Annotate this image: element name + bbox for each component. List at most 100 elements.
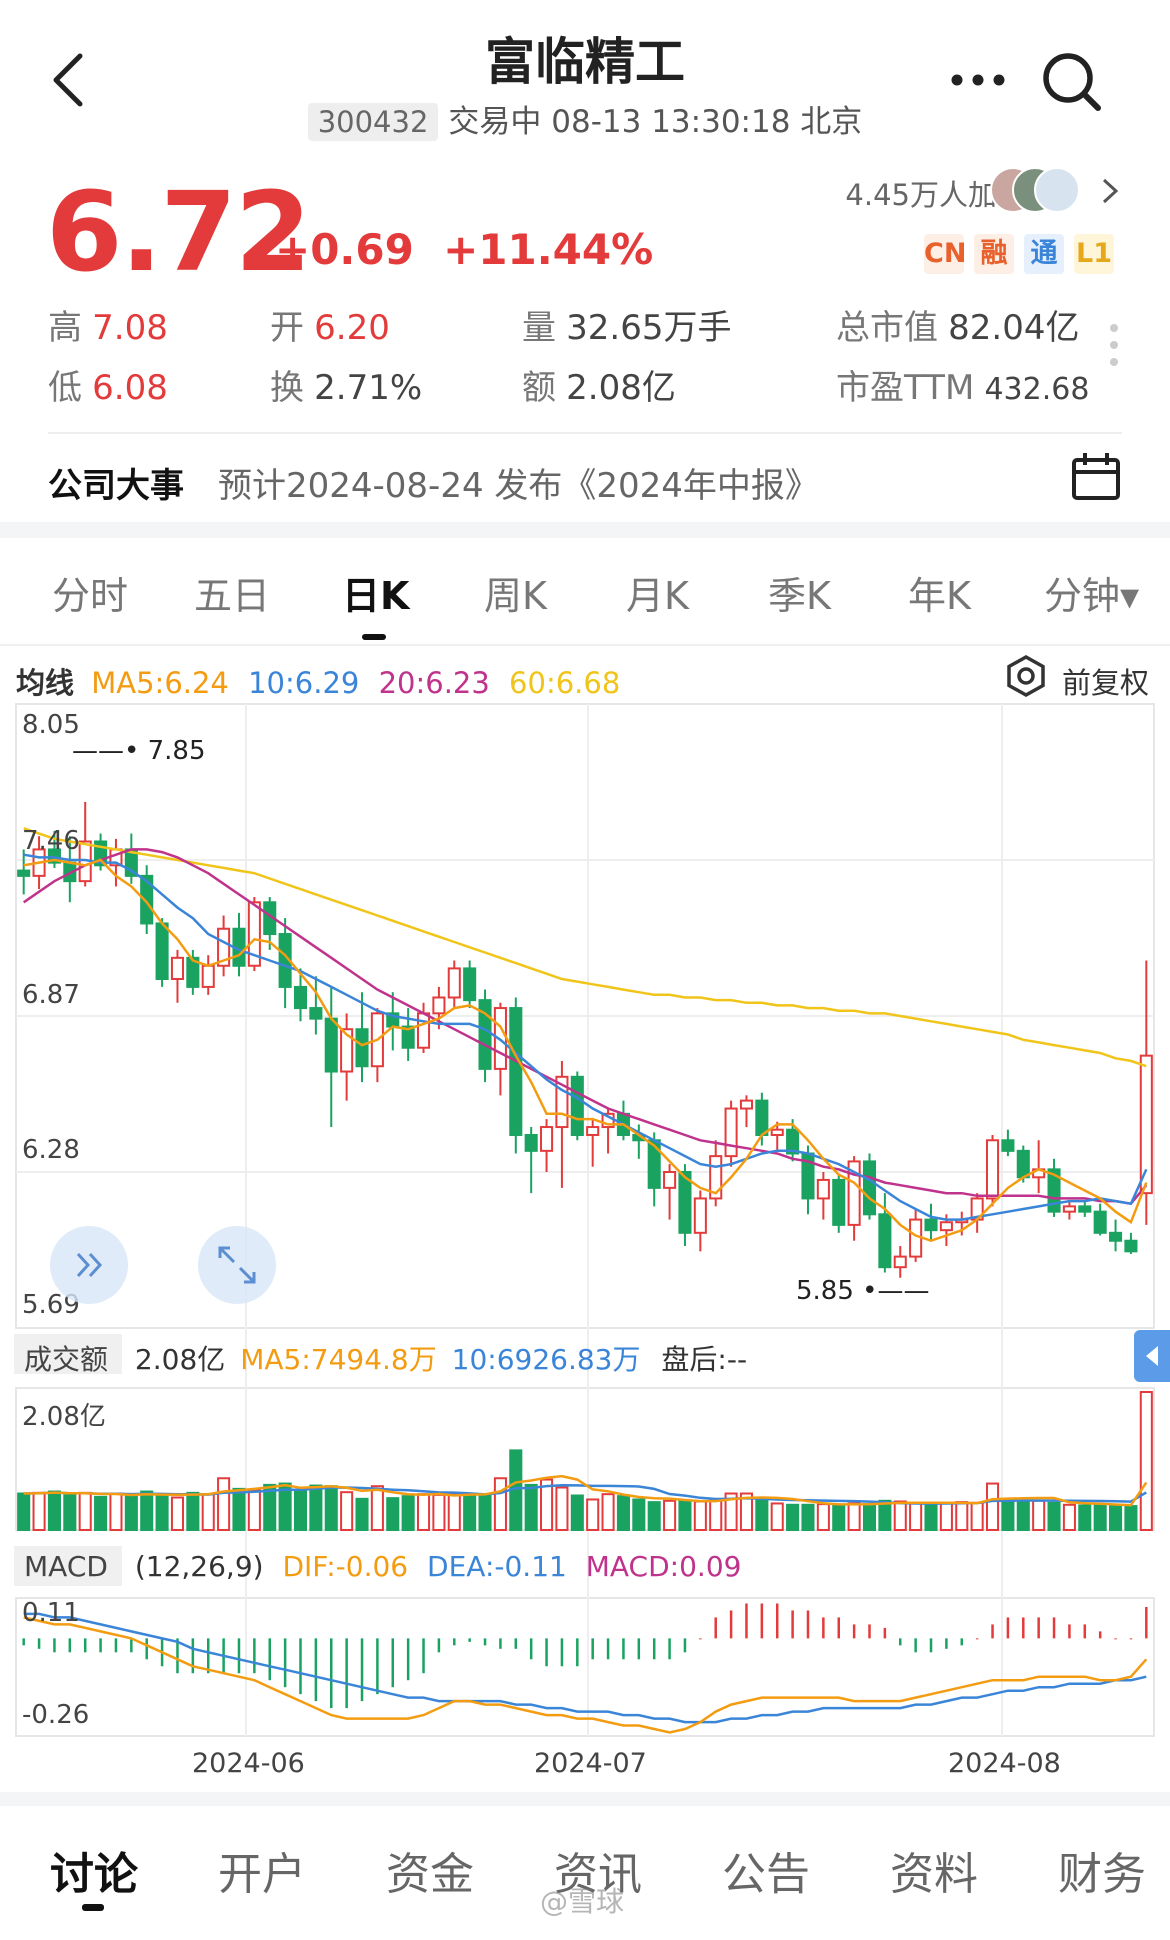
macd-value: MACD:0.09: [585, 1550, 742, 1583]
volume-bar: [878, 1499, 892, 1531]
after-hours: 盘后:--: [661, 1343, 748, 1376]
stock-code: 300432: [307, 103, 439, 141]
volume-bar: [432, 1493, 446, 1532]
volume-value: 2.08亿: [134, 1343, 226, 1376]
divider: [48, 432, 1122, 434]
volume-bar: [709, 1498, 723, 1532]
candle-body: [878, 1213, 892, 1269]
event-text[interactable]: 预计2024-08-24 发布《2024年中报》: [218, 458, 819, 507]
ma20-value: 20:6.23: [378, 666, 490, 700]
volume-bar: [463, 1492, 477, 1532]
volume-legend: 成交额 2.08亿 MA5:7494.8万 10:6926.83万 盘后:--: [24, 1338, 747, 1378]
volume-bar: [1078, 1504, 1092, 1531]
volume-bar: [1139, 1391, 1153, 1531]
high-marker-line: ——•: [72, 736, 140, 766]
volume-bar: [447, 1493, 461, 1532]
fullscreen-button[interactable]: [198, 1226, 276, 1304]
chevron-right-icon[interactable]: [1098, 176, 1122, 206]
pe-value: 432.68: [984, 372, 1090, 407]
adjust-settings-icon[interactable]: [1004, 654, 1048, 698]
volume-bar: [862, 1503, 877, 1531]
volume-bar: [370, 1485, 384, 1532]
tab-daily-k[interactable]: 日K: [342, 565, 409, 620]
y-label-3: 6.87: [22, 980, 80, 1010]
quote-turnover: 换 2.71%: [270, 368, 423, 408]
volume-bar: [909, 1502, 923, 1532]
volume-bar: [970, 1501, 984, 1532]
volume-bar: [247, 1489, 261, 1532]
volume-bar: [647, 1501, 661, 1532]
tab-capital[interactable]: 资金: [386, 1838, 474, 1902]
adjust-mode[interactable]: 前复权: [1062, 660, 1149, 702]
low-marker-value: 5.85: [796, 1276, 854, 1306]
candle-body: [893, 1255, 907, 1269]
tab-monthly-k[interactable]: 月K: [626, 565, 689, 620]
volume-bar: [17, 1492, 31, 1532]
candle-body: [1139, 1054, 1153, 1195]
volume-bar: [1062, 1503, 1076, 1531]
volume-bar: [924, 1503, 938, 1531]
candle-body: [693, 1197, 707, 1234]
tab-active-indicator: [362, 634, 386, 640]
volume-bar: [832, 1503, 846, 1531]
volume-bar: [1032, 1499, 1046, 1531]
section-gap: [0, 522, 1170, 538]
quote-pe: 市盈TTM 432.68: [836, 368, 1090, 408]
amount-value: 2.08亿: [566, 368, 676, 408]
volume-label: 成交额: [24, 1343, 109, 1376]
candle-body: [1093, 1210, 1107, 1234]
tab-yearly-k[interactable]: 年K: [908, 565, 971, 620]
turnover-value: 2.71%: [314, 368, 423, 408]
market-cap-value: 82.04亿: [948, 308, 1080, 348]
macd-label: MACD: [24, 1550, 108, 1583]
volume-bar: [78, 1491, 92, 1531]
tab-weekly-k[interactable]: 周K: [484, 565, 547, 620]
candle-body: [1001, 1139, 1015, 1152]
tab-five-day[interactable]: 五日: [194, 565, 270, 620]
current-price: 6.72: [46, 168, 311, 296]
volume-bar: [140, 1490, 154, 1531]
volume-bar: [217, 1477, 231, 1531]
expand-dots-icon[interactable]: [1108, 322, 1120, 372]
candle-body: [663, 1171, 677, 1189]
low-value: 6.08: [92, 368, 168, 408]
badge-margin: 融: [974, 234, 1014, 274]
candle-body: [570, 1075, 584, 1136]
tab-intraday[interactable]: 分时: [52, 565, 128, 620]
calendar-icon[interactable]: [1070, 450, 1122, 502]
volume-bar: [32, 1491, 46, 1531]
tab-announcements[interactable]: 公告: [722, 1838, 810, 1902]
tab-open-account[interactable]: 开户: [218, 1838, 306, 1902]
volume-bar: [309, 1484, 323, 1532]
watermark: @雪球: [540, 1885, 625, 1918]
quote-low: 低 6.08: [48, 368, 168, 408]
volume-bar: [555, 1486, 569, 1531]
more-icon[interactable]: [948, 70, 1008, 90]
y-label-4: 6.28: [22, 1135, 80, 1165]
tab-active-indicator: [82, 1904, 104, 1911]
tab-profile[interactable]: 资料: [890, 1838, 978, 1902]
volume-bar: [586, 1498, 600, 1532]
ma20-line: [22, 848, 1148, 1206]
candle-body: [647, 1139, 661, 1189]
tab-financials[interactable]: 财务: [1058, 1838, 1162, 1902]
tab-discussion[interactable]: 讨论: [50, 1838, 138, 1902]
side-panel-toggle[interactable]: [1134, 1330, 1170, 1382]
badge-level1: L1: [1074, 234, 1114, 274]
macd-top-label: 0.11: [22, 1598, 80, 1628]
volume-bar: [1047, 1501, 1061, 1532]
volume-bar: [1001, 1499, 1015, 1531]
search-icon[interactable]: [1040, 50, 1104, 114]
tab-quarterly-k[interactable]: 季K: [768, 565, 831, 620]
candle-body: [1124, 1239, 1138, 1253]
scroll-to-latest-button[interactable]: [50, 1226, 128, 1304]
tab-minute[interactable]: 分钟▾: [1044, 565, 1139, 620]
x-label-june: 2024-06: [192, 1748, 305, 1779]
candle-body: [355, 1028, 369, 1068]
candle-body: [1062, 1205, 1076, 1213]
badge-connect: 通: [1024, 234, 1064, 274]
avatar: [1034, 167, 1080, 213]
candle-body: [924, 1218, 938, 1232]
volume-bar: [416, 1493, 431, 1532]
price-change: +0.69 +11.44%: [275, 225, 653, 274]
